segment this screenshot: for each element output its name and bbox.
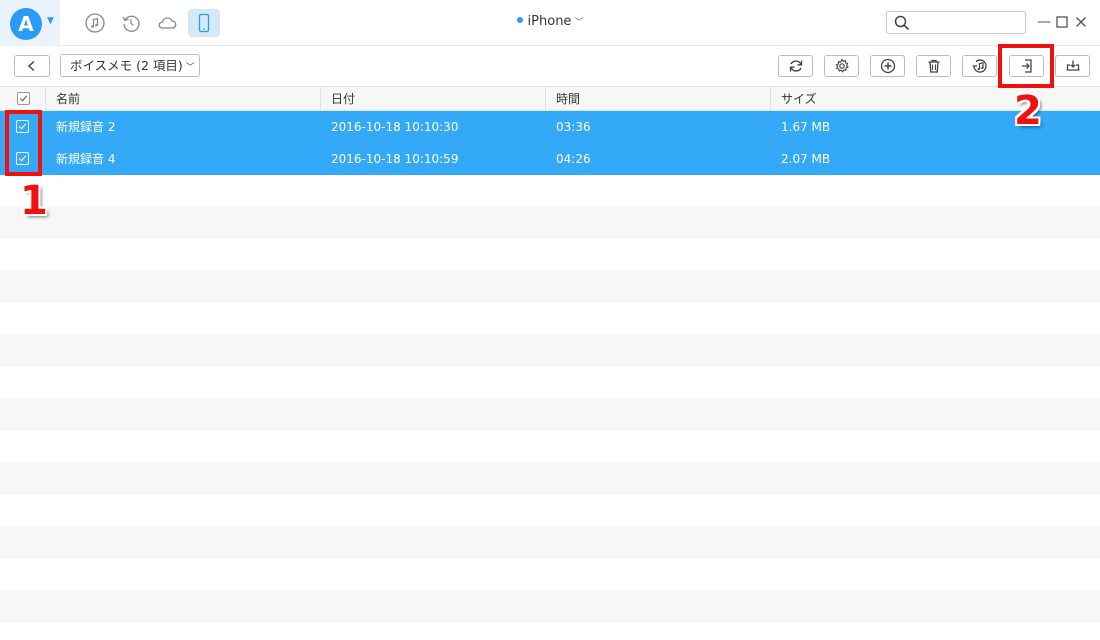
column-header-duration[interactable]: 時間: [545, 87, 770, 111]
empty-row: [0, 399, 1100, 431]
category-dropdown[interactable]: ボイスメモ (2 項目) ﹀: [60, 54, 200, 77]
delete-button[interactable]: [916, 55, 951, 77]
empty-row: [0, 495, 1100, 527]
table-header: 名前 日付 時間 サイズ: [0, 86, 1100, 111]
chevron-down-icon: ﹀: [574, 18, 584, 28]
close-icon[interactable]: [1073, 14, 1089, 30]
empty-row: [0, 367, 1100, 399]
empty-row: [0, 591, 1100, 623]
cloud-icon[interactable]: [154, 10, 180, 36]
phone-icon[interactable]: [188, 9, 220, 37]
select-all-checkbox[interactable]: [17, 92, 30, 105]
table-row[interactable]: 新規録音 4 2016-10-18 10:10:59 04:26 2.07 MB: [0, 143, 1100, 175]
settings-icon: [835, 58, 849, 73]
row-name: 新規録音 4: [56, 152, 116, 166]
to-itunes-icon: [972, 59, 987, 73]
refresh-button[interactable]: [778, 55, 813, 77]
add-button[interactable]: [870, 55, 905, 77]
empty-row: [0, 559, 1100, 591]
row-size: 2.07 MB: [781, 152, 831, 166]
add-icon: [880, 58, 895, 74]
row-duration: 03:36: [556, 120, 591, 134]
check-icon: [19, 95, 28, 102]
row-date: 2016-10-18 10:10:59: [331, 152, 459, 166]
row-duration: 04:26: [556, 152, 591, 166]
empty-row: [0, 463, 1100, 495]
chevron-down-icon[interactable]: ▼: [47, 16, 54, 26]
column-header-size[interactable]: サイズ: [770, 87, 1100, 111]
empty-row: [0, 335, 1100, 367]
select-all-cell: [0, 87, 45, 111]
music-icon[interactable]: [82, 10, 108, 36]
annotation-step-2: 2: [1014, 88, 1042, 134]
search-input[interactable]: [915, 14, 1020, 31]
delete-icon: [928, 59, 939, 73]
empty-row: [0, 527, 1100, 559]
table-row[interactable]: 新規録音 2 2016-10-18 10:10:30 03:36 1.67 MB: [0, 111, 1100, 143]
empty-row: [0, 207, 1100, 239]
device-status-dot: [516, 16, 523, 23]
search-icon: [894, 15, 910, 31]
chevron-left-icon: [27, 60, 35, 72]
empty-row: [0, 431, 1100, 463]
app-logo-icon: A: [10, 8, 42, 40]
app-logo[interactable]: A ▼: [0, 0, 60, 46]
maximize-icon[interactable]: [1054, 14, 1070, 30]
device-selector[interactable]: iPhone ﹀: [500, 14, 600, 29]
to-device-icon: [1066, 60, 1079, 71]
empty-row: [0, 175, 1100, 207]
annotation-step-1: 1: [20, 178, 48, 224]
to-device-button[interactable]: [1055, 55, 1090, 77]
row-date: 2016-10-18 10:10:30: [331, 120, 459, 134]
toolbar: ボイスメモ (2 項目) ﹀: [0, 47, 1100, 85]
empty-row: [0, 239, 1100, 271]
refresh-icon: [789, 60, 802, 72]
title-bar: A ▼ iPhone ﹀ —: [0, 0, 1100, 46]
empty-row: [0, 623, 1100, 640]
empty-row: [0, 271, 1100, 303]
voice-memo-table: 名前 日付 時間 サイズ 新規録音 2 2016-10-18 10:10:30 …: [0, 86, 1100, 640]
back-button[interactable]: [14, 55, 50, 77]
minimize-icon[interactable]: —: [1036, 14, 1052, 30]
restore-icon[interactable]: [118, 10, 144, 36]
to-itunes-button[interactable]: [962, 55, 997, 77]
column-header-date[interactable]: 日付: [320, 87, 545, 111]
empty-row: [0, 303, 1100, 335]
row-name: 新規録音 2: [56, 120, 116, 134]
row-size: 1.67 MB: [781, 120, 831, 134]
device-name: iPhone: [527, 14, 572, 29]
settings-button[interactable]: [824, 55, 859, 77]
column-header-name[interactable]: 名前: [45, 87, 320, 111]
category-label: ボイスメモ (2 項目): [70, 58, 183, 73]
chevron-down-icon: ﹀: [185, 63, 195, 73]
annotation-box-export-button: [998, 44, 1054, 88]
search-box[interactable]: [886, 11, 1026, 34]
annotation-box-checkboxes: [5, 110, 42, 176]
